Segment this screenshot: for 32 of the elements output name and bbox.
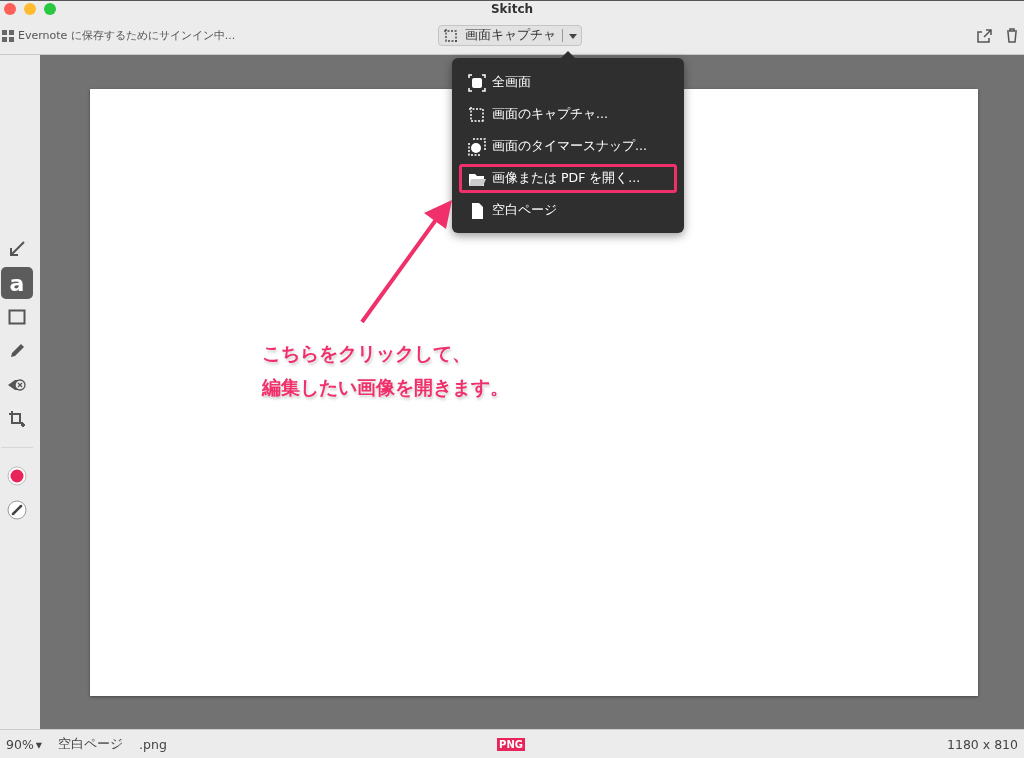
text-tool-glyph: a <box>9 270 25 296</box>
callout-text: こちらをクリックして、 <box>262 341 472 366</box>
fullscreen-icon <box>468 73 486 92</box>
grid-icon[interactable] <box>2 29 14 42</box>
caret-icon <box>569 31 577 40</box>
arrow-icon <box>8 240 26 258</box>
tool-button[interactable]: a <box>1 267 33 299</box>
close-button[interactable] <box>4 3 16 15</box>
trash-icon[interactable] <box>1006 28 1018 43</box>
file-name: 空白ページ <box>58 735 124 753</box>
rectangle-icon <box>8 309 26 325</box>
sign-in-status: Evernote に保存するためにサインイン中... <box>18 28 236 43</box>
window-title: Skitch <box>489 2 535 16</box>
marker-icon <box>8 342 26 360</box>
share-icon[interactable] <box>976 27 992 44</box>
menu-item[interactable]: 画面のタイマースナップ... <box>459 132 677 161</box>
crop-frame-icon <box>443 27 459 44</box>
menu-item[interactable]: 空白ページ <box>459 196 677 225</box>
capture-button[interactable]: 画面キャプチャ <box>438 25 582 46</box>
menu-item[interactable]: 画像または PDF を開く... <box>459 164 677 193</box>
callout-text: 編集したい画像を開きます。 <box>262 375 509 400</box>
timer-icon <box>468 137 486 156</box>
crop-frame-icon <box>468 105 486 124</box>
line-width-icon <box>7 500 27 520</box>
image-dimensions: 1180 x 810 <box>947 736 1018 752</box>
menu-item[interactable]: 全画面 <box>459 68 677 97</box>
menu-item[interactable]: 画面のキャプチャ... <box>459 100 677 129</box>
format-selector[interactable]: .png <box>139 736 167 752</box>
file-tab[interactable]: PNG <box>452 730 570 758</box>
crop-icon <box>8 410 26 428</box>
zoom-selector[interactable]: 90% ▾ <box>6 736 43 752</box>
blur-eraser-icon <box>7 377 27 393</box>
